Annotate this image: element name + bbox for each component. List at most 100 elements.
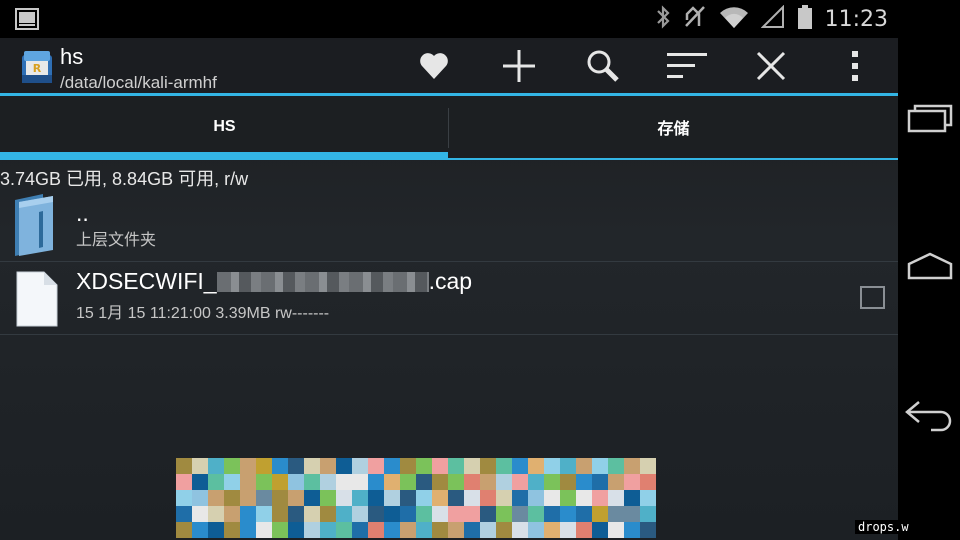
redacted-pixel bbox=[512, 522, 528, 538]
redacted-pixel bbox=[320, 506, 336, 522]
redacted-pixel bbox=[256, 506, 272, 522]
list-item-parent-folder[interactable]: .. 上层文件夹 bbox=[0, 186, 898, 262]
redacted-pixel bbox=[304, 458, 320, 474]
redacted-pixel bbox=[640, 474, 656, 490]
close-icon bbox=[756, 51, 786, 86]
redacted-pixel bbox=[496, 506, 512, 522]
folder-title: hs bbox=[60, 44, 84, 69]
redacted-pixel bbox=[336, 458, 352, 474]
redacted-pixel bbox=[496, 490, 512, 506]
redacted-pixel bbox=[544, 506, 560, 522]
redacted-pixel bbox=[448, 522, 464, 538]
redacted-pixel bbox=[528, 506, 544, 522]
redacted-text bbox=[216, 271, 429, 292]
redacted-pixel bbox=[320, 458, 336, 474]
redacted-pixel bbox=[384, 474, 400, 490]
redacted-pixel bbox=[336, 490, 352, 506]
redacted-pixel bbox=[192, 522, 208, 538]
redacted-image bbox=[176, 458, 656, 540]
file-meta: 上层文件夹 bbox=[76, 232, 157, 249]
add-icon bbox=[501, 48, 537, 89]
redacted-pixel bbox=[304, 522, 320, 538]
redacted-pixel bbox=[576, 506, 592, 522]
redacted-pixel bbox=[608, 490, 624, 506]
redacted-pixel bbox=[416, 474, 432, 490]
redacted-pixel bbox=[368, 522, 384, 538]
redacted-pixel bbox=[416, 506, 432, 522]
home-button[interactable] bbox=[904, 246, 956, 290]
redacted-pixel bbox=[208, 522, 224, 538]
redacted-pixel bbox=[496, 522, 512, 538]
redacted-pixel bbox=[384, 490, 400, 506]
close-button[interactable] bbox=[749, 46, 793, 90]
tab-storage[interactable]: 存储 bbox=[449, 96, 898, 158]
list-item-file[interactable]: XDSECWIFI_ .cap 15 1月 15 11:21:00 3.39MB… bbox=[0, 262, 898, 335]
redacted-pixel bbox=[368, 506, 384, 522]
redacted-pixel bbox=[560, 458, 576, 474]
recent-apps-button[interactable] bbox=[904, 98, 956, 142]
redacted-pixel bbox=[224, 490, 240, 506]
recent-apps-icon bbox=[907, 103, 953, 138]
redacted-pixel bbox=[224, 522, 240, 538]
status-bar: 11:23 bbox=[0, 0, 898, 38]
wifi-icon bbox=[719, 5, 749, 34]
sort-button[interactable] bbox=[665, 46, 709, 90]
redacted-pixel bbox=[464, 474, 480, 490]
muted-icon bbox=[683, 4, 707, 35]
redacted-pixel bbox=[208, 458, 224, 474]
cell-signal-icon bbox=[760, 4, 785, 34]
redacted-pixel bbox=[256, 474, 272, 490]
redacted-pixel bbox=[288, 458, 304, 474]
redacted-pixel bbox=[384, 522, 400, 538]
redacted-pixel bbox=[448, 506, 464, 522]
tab-hs[interactable]: HS bbox=[0, 96, 449, 158]
redacted-pixel bbox=[208, 506, 224, 522]
redacted-pixel bbox=[352, 506, 368, 522]
redacted-pixel bbox=[512, 490, 528, 506]
terminal-notification-icon bbox=[15, 8, 39, 35]
back-icon bbox=[905, 400, 955, 437]
add-button[interactable] bbox=[497, 46, 541, 90]
redacted-pixel bbox=[576, 458, 592, 474]
redacted-pixel bbox=[512, 458, 528, 474]
tab-bar: HS 存储 bbox=[0, 96, 898, 160]
file-name-prefix: XDSECWIFI_ bbox=[76, 268, 217, 294]
redacted-pixel bbox=[576, 522, 592, 538]
redacted-pixel bbox=[192, 474, 208, 490]
redacted-pixel bbox=[512, 506, 528, 522]
app-logo-icon[interactable]: R bbox=[20, 47, 54, 85]
redacted-pixel bbox=[352, 490, 368, 506]
redacted-pixel bbox=[176, 522, 192, 538]
redacted-pixel bbox=[624, 490, 640, 506]
redacted-pixel bbox=[336, 522, 352, 538]
redacted-pixel bbox=[352, 474, 368, 490]
redacted-pixel bbox=[448, 474, 464, 490]
redacted-pixel bbox=[272, 474, 288, 490]
redacted-pixel bbox=[272, 522, 288, 538]
redacted-pixel bbox=[480, 458, 496, 474]
redacted-pixel bbox=[400, 458, 416, 474]
redacted-pixel bbox=[480, 490, 496, 506]
redacted-pixel bbox=[192, 490, 208, 506]
redacted-pixel bbox=[176, 458, 192, 474]
redacted-pixel bbox=[624, 506, 640, 522]
back-button[interactable] bbox=[904, 396, 956, 440]
redacted-pixel bbox=[480, 506, 496, 522]
redacted-pixel bbox=[352, 458, 368, 474]
redacted-pixel bbox=[464, 522, 480, 538]
redacted-pixel bbox=[448, 458, 464, 474]
redacted-pixel bbox=[544, 458, 560, 474]
home-icon bbox=[907, 252, 953, 285]
select-checkbox[interactable] bbox=[860, 286, 885, 309]
redacted-pixel bbox=[400, 474, 416, 490]
redacted-pixel bbox=[608, 474, 624, 490]
redacted-pixel bbox=[432, 522, 448, 538]
folder-icon bbox=[13, 192, 57, 263]
redacted-pixel bbox=[544, 474, 560, 490]
overflow-menu-button[interactable] bbox=[833, 46, 877, 90]
favorite-button[interactable] bbox=[412, 46, 456, 90]
clock: 11:23 bbox=[824, 6, 888, 32]
search-button[interactable] bbox=[581, 46, 625, 90]
redacted-pixel bbox=[496, 474, 512, 490]
svg-text:R: R bbox=[33, 62, 42, 75]
